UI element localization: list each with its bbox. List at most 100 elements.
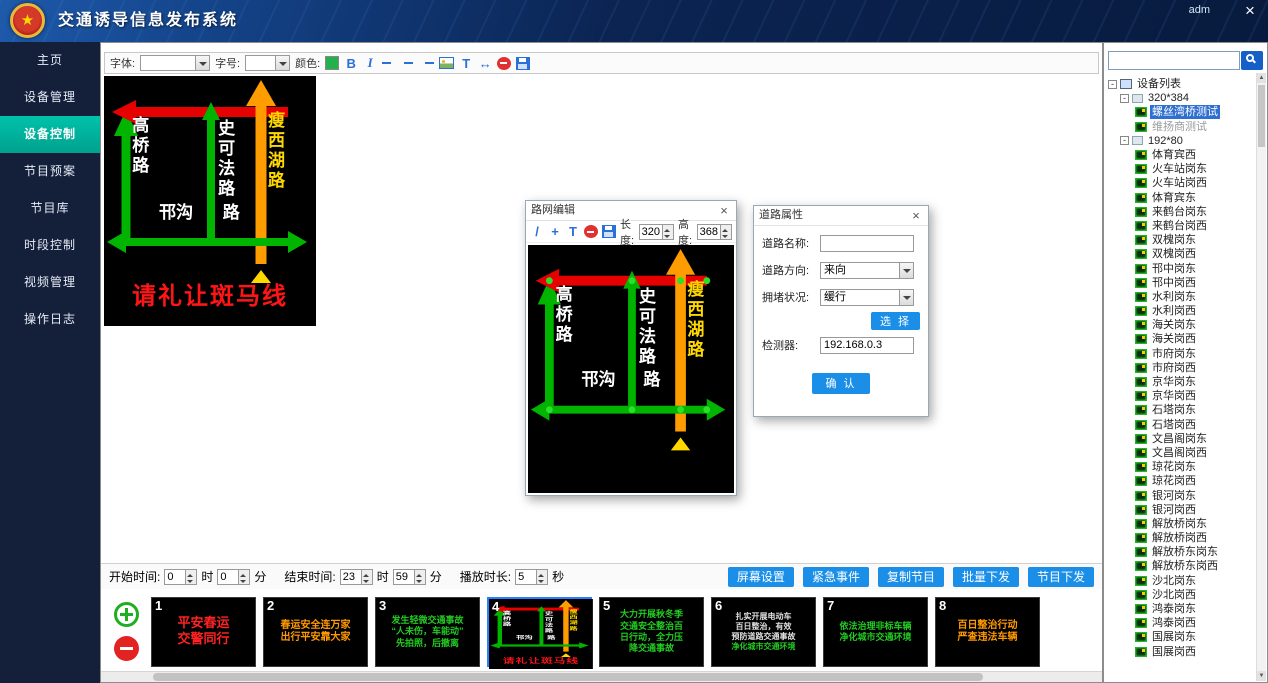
- scrollbar-thumb[interactable]: [1258, 85, 1265, 147]
- device-item[interactable]: 琼花岗西: [1107, 474, 1254, 488]
- delete-icon[interactable]: [584, 225, 598, 238]
- playlist-item-7[interactable]: 7依法治理非标车辆净化城市交通环境: [823, 597, 928, 667]
- device-item[interactable]: 邗中岗西: [1107, 276, 1254, 290]
- device-item[interactable]: 邗中岗东: [1107, 261, 1254, 275]
- font-size-select[interactable]: [245, 55, 290, 71]
- horizontal-scrollbar[interactable]: [101, 671, 1102, 682]
- text-tool-button[interactable]: T: [459, 56, 473, 71]
- direction-select[interactable]: 来向: [820, 262, 914, 279]
- playlist-item-8[interactable]: 8百日整治行动严查违法车辆: [935, 597, 1040, 667]
- spinner-arrows[interactable]: [362, 569, 373, 585]
- duration-spinner[interactable]: 5: [515, 569, 548, 585]
- remove-program-button[interactable]: [114, 636, 139, 661]
- save-icon[interactable]: [602, 225, 616, 238]
- sidebar-item-device-management[interactable]: 设备管理: [0, 79, 100, 116]
- close-icon[interactable]: ×: [717, 201, 731, 220]
- select-button[interactable]: 选 择: [871, 312, 920, 330]
- end-minute-spinner[interactable]: 59: [393, 569, 426, 585]
- font-select[interactable]: [140, 55, 210, 71]
- spinner-arrows[interactable]: [663, 224, 674, 240]
- screen-settings-button[interactable]: 屏幕设置: [728, 567, 794, 587]
- device-item[interactable]: 水利岗东: [1107, 290, 1254, 304]
- playlist-item-4[interactable]: 4高桥路史可法路瘦西湖路邗沟路请礼让斑马线: [487, 597, 592, 667]
- sidebar-item-home[interactable]: 主页: [0, 42, 100, 79]
- italic-button[interactable]: I: [363, 56, 377, 71]
- device-item[interactable]: 银河岗东: [1107, 488, 1254, 502]
- spinner-arrows[interactable]: [721, 224, 732, 240]
- sign-edit-canvas[interactable]: 高桥路史可法路瘦西湖路邗沟路: [528, 245, 734, 493]
- program-send-button[interactable]: 节目下发: [1028, 567, 1094, 587]
- spinner-arrows[interactable]: [186, 569, 197, 585]
- start-hour-spinner[interactable]: 0: [164, 569, 197, 585]
- device-item[interactable]: 海关岗西: [1107, 332, 1254, 346]
- device-item[interactable]: 海关岗东: [1107, 318, 1254, 332]
- align-center-icon[interactable]: [401, 58, 415, 69]
- batch-send-button[interactable]: 批量下发: [953, 567, 1019, 587]
- length-spinner[interactable]: 320: [639, 224, 674, 240]
- sidebar-item-video-management[interactable]: 视频管理: [0, 264, 100, 301]
- end-hour-spinner[interactable]: 23: [340, 569, 373, 585]
- sidebar-item-program-library[interactable]: 节目库: [0, 190, 100, 227]
- device-tree-root[interactable]: -设备列表: [1107, 77, 1254, 91]
- delete-icon[interactable]: [497, 57, 511, 70]
- device-item[interactable]: 体育宾西: [1107, 148, 1254, 162]
- save-icon[interactable]: [516, 57, 530, 70]
- tree-expander-icon[interactable]: -: [1108, 80, 1117, 89]
- device-item[interactable]: 沙北岗东: [1107, 574, 1254, 588]
- device-item[interactable]: 国展岗东: [1107, 630, 1254, 644]
- device-item[interactable]: 市府岗西: [1107, 361, 1254, 375]
- user-menu[interactable]: adm: [1189, 4, 1210, 16]
- device-item[interactable]: 来鹤台岗东: [1107, 205, 1254, 219]
- playlist-item-5[interactable]: 5大力开展秋冬季交通安全整治百日行动，全力压降交通事故: [599, 597, 704, 667]
- spinner-arrows[interactable]: [537, 569, 548, 585]
- device-item[interactable]: 解放桥东岗东: [1107, 545, 1254, 559]
- device-item[interactable]: 螺丝湾桥测试: [1107, 105, 1254, 119]
- detector-input[interactable]: [820, 337, 914, 354]
- tree-expander-icon[interactable]: -: [1120, 136, 1129, 145]
- device-group-1[interactable]: -192*80: [1107, 134, 1254, 148]
- playlist-item-1[interactable]: 1平安春运交警同行: [151, 597, 256, 667]
- spinner-arrows[interactable]: [239, 569, 250, 585]
- device-item[interactable]: 水利岗西: [1107, 304, 1254, 318]
- copy-program-button[interactable]: 复制节目: [878, 567, 944, 587]
- move-tool-icon[interactable]: +: [548, 224, 562, 239]
- sidebar-item-program-plan[interactable]: 节目预案: [0, 153, 100, 190]
- playlist-item-3[interactable]: 3发生轻微交通事故“人未伤，车能动”先拍照，后撤离: [375, 597, 480, 667]
- playlist-item-6[interactable]: 6扎实开展电动车百日整治，有效预防道路交通事故净化城市交通环境: [711, 597, 816, 667]
- device-item[interactable]: 京华岗东: [1107, 375, 1254, 389]
- search-input[interactable]: [1108, 51, 1240, 70]
- align-right-icon[interactable]: [420, 58, 434, 69]
- add-program-button[interactable]: [114, 602, 139, 627]
- emergency-event-button[interactable]: 紧急事件: [803, 567, 869, 587]
- device-item[interactable]: 双槐岗东: [1107, 233, 1254, 247]
- device-item[interactable]: 文昌阁岗西: [1107, 446, 1254, 460]
- device-item[interactable]: 鸿泰岗东: [1107, 602, 1254, 616]
- playlist-item-2[interactable]: 2春运安全连万家出行平安靠大家: [263, 597, 368, 667]
- spinner-arrows[interactable]: [415, 569, 426, 585]
- device-item[interactable]: 解放桥东岗西: [1107, 559, 1254, 573]
- close-icon[interactable]: ×: [1240, 1, 1260, 21]
- device-item[interactable]: 银河岗西: [1107, 503, 1254, 517]
- sidebar-item-time-control[interactable]: 时段控制: [0, 227, 100, 264]
- sidebar-item-device-control[interactable]: 设备控制: [0, 116, 100, 153]
- device-item[interactable]: 鸿泰岗西: [1107, 616, 1254, 630]
- device-item[interactable]: 国展岗西: [1107, 645, 1254, 659]
- search-button[interactable]: [1241, 51, 1263, 70]
- bold-button[interactable]: B: [344, 56, 358, 71]
- device-item[interactable]: 火车站岗西: [1107, 176, 1254, 190]
- align-left-icon[interactable]: [382, 58, 396, 69]
- text-tool-icon[interactable]: T: [566, 224, 580, 239]
- device-item[interactable]: 京华岗西: [1107, 389, 1254, 403]
- height-spinner[interactable]: 368: [697, 224, 732, 240]
- device-item[interactable]: 沙北岗西: [1107, 588, 1254, 602]
- start-minute-spinner[interactable]: 0: [217, 569, 250, 585]
- sidebar-item-operation-log[interactable]: 操作日志: [0, 301, 100, 338]
- insert-image-icon[interactable]: [439, 57, 454, 69]
- device-item[interactable]: 维扬商测试: [1107, 120, 1254, 134]
- scroll-up-icon[interactable]: ▲: [1257, 73, 1266, 83]
- device-item[interactable]: 市府岗东: [1107, 347, 1254, 361]
- device-item[interactable]: 火车站岗东: [1107, 162, 1254, 176]
- device-item[interactable]: 来鹤台岗西: [1107, 219, 1254, 233]
- sign-preview-canvas[interactable]: 高桥路史可法路瘦西湖路邗沟路请礼让斑马线: [104, 76, 316, 326]
- congestion-select[interactable]: 缓行: [820, 289, 914, 306]
